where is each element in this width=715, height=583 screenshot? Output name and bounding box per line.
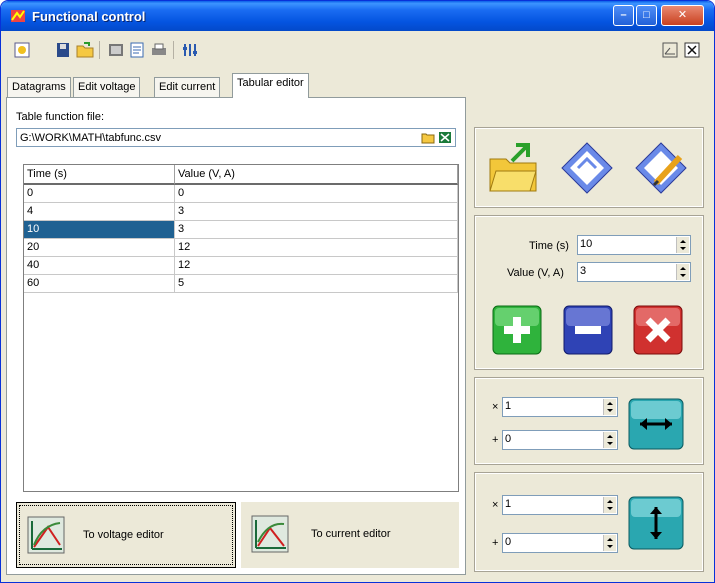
y-add-op: +	[492, 537, 499, 549]
app-icon	[11, 10, 25, 22]
to-voltage-editor-label: To voltage editor	[83, 529, 164, 541]
file-path-value: G:\WORK\MATH\tabfunc.csv	[20, 132, 161, 144]
open-file-button[interactable]	[486, 141, 540, 195]
table-row[interactable]: 43	[24, 203, 458, 221]
spin-arrows-icon[interactable]	[603, 535, 616, 551]
minimize-icon: –	[620, 9, 627, 21]
save-icon[interactable]	[54, 41, 72, 59]
page-icon[interactable]	[128, 41, 146, 59]
close-button[interactable]: ✕	[661, 5, 704, 26]
delete-all-button[interactable]	[633, 305, 683, 355]
table-row[interactable]: 10 3	[24, 221, 458, 239]
time-cell[interactable]: 4	[24, 203, 175, 221]
voltage-chart-icon	[27, 516, 65, 554]
y-multiply-value: 1	[505, 498, 512, 510]
save-file-button[interactable]	[560, 141, 614, 195]
column-header-time[interactable]: Time (s)	[24, 165, 175, 185]
toolbar-separator	[99, 41, 100, 59]
x-scale-group: × 1 + 0	[474, 377, 704, 465]
minimize-button[interactable]: –	[613, 5, 634, 26]
tab-edit-voltage[interactable]: Edit voltage	[73, 77, 141, 97]
table-row[interactable]: 60 5	[24, 275, 458, 293]
close-icon[interactable]	[683, 41, 701, 59]
spin-arrows-icon[interactable]	[676, 264, 689, 280]
table-row[interactable]: 00	[24, 185, 458, 203]
time-cell[interactable]: 20	[24, 239, 175, 257]
add-point-button[interactable]	[492, 305, 542, 355]
y-add-spinner[interactable]: 0	[502, 533, 618, 553]
spin-arrows-icon[interactable]	[603, 399, 616, 415]
spin-arrows-icon[interactable]	[676, 237, 689, 253]
time-cell[interactable]: 60	[24, 275, 175, 293]
x-multiply-op: ×	[492, 401, 499, 413]
title-bar[interactable]: Functional control – □ ✕	[1, 1, 714, 31]
close-icon: ✕	[677, 9, 688, 21]
value-cell[interactable]: 12	[175, 257, 458, 275]
main-window: Functional control – □ ✕ Datagrams Edit …	[0, 0, 715, 583]
current-chart-icon	[251, 515, 289, 553]
file-actions-group	[474, 127, 704, 208]
spin-arrows-icon[interactable]	[603, 497, 616, 513]
to-current-editor-label: To current editor	[311, 528, 391, 540]
apply-y-scale-button[interactable]	[628, 496, 684, 550]
settings-icon[interactable]	[181, 41, 199, 59]
apply-x-scale-button[interactable]	[628, 398, 684, 450]
table-row[interactable]: 40 12	[24, 257, 458, 275]
y-multiply-op: ×	[492, 499, 499, 511]
tab-edit-current[interactable]: Edit current	[154, 77, 221, 97]
data-table[interactable]: Time (s) Value (V, A) 0 0 4 3 10 3 20 12 40 12 60 5	[23, 164, 459, 492]
spin-arrows-icon[interactable]	[603, 432, 616, 448]
value-cell[interactable]: 12	[175, 239, 458, 257]
x-multiply-spinner[interactable]: 1	[502, 397, 618, 417]
x-add-spinner[interactable]: 0	[502, 430, 618, 450]
value-label: Value (V, A)	[507, 267, 564, 279]
print-icon[interactable]	[150, 41, 168, 59]
y-multiply-spinner[interactable]: 1	[502, 495, 618, 515]
open-icon[interactable]	[76, 41, 94, 59]
value-value: 3	[580, 265, 587, 277]
to-current-editor-button[interactable]: To current editor	[241, 502, 459, 568]
maximize-icon: □	[643, 9, 650, 21]
value-cell[interactable]: 5	[175, 275, 458, 293]
y-add-value: 0	[505, 536, 512, 548]
time-value: 10	[580, 238, 593, 250]
browse-folder-icon[interactable]	[421, 131, 435, 144]
value-spinner[interactable]: 3	[577, 262, 691, 282]
point-editor-group: Time (s) 10 Value (V, A) 3	[474, 215, 704, 370]
file-path-field[interactable]: G:\WORK\MATH\tabfunc.csv	[16, 128, 456, 147]
window-title: Functional control	[32, 9, 146, 24]
time-spinner[interactable]: 10	[577, 235, 691, 255]
restore-icon[interactable]	[661, 41, 679, 59]
remove-point-button[interactable]	[563, 305, 613, 355]
toolbar-separator	[173, 41, 174, 59]
to-voltage-editor-button[interactable]: To voltage editor	[16, 502, 236, 568]
tab-tabular-editor[interactable]: Tabular editor	[232, 73, 309, 98]
column-header-value[interactable]: Value (V, A)	[175, 165, 458, 185]
time-label: Time (s)	[529, 240, 569, 252]
table-row[interactable]: 20 12	[24, 239, 458, 257]
tab-datagrams[interactable]: Datagrams	[7, 77, 71, 97]
value-cell[interactable]: 3	[175, 203, 458, 221]
excel-icon[interactable]	[438, 131, 452, 144]
value-cell[interactable]: 3	[175, 221, 458, 239]
save-as-file-button[interactable]	[634, 141, 688, 195]
value-cell[interactable]: 0	[175, 185, 458, 203]
time-cell[interactable]: 0	[24, 185, 175, 203]
file-label: Table function file:	[16, 111, 105, 123]
x-add-op: +	[492, 434, 499, 446]
new-icon[interactable]	[13, 41, 31, 59]
y-scale-group: × 1 + 0	[474, 472, 704, 572]
preview-icon[interactable]	[107, 41, 125, 59]
table-header: Time (s) Value (V, A)	[24, 165, 458, 185]
x-multiply-value: 1	[505, 400, 512, 412]
x-add-value: 0	[505, 433, 512, 445]
time-cell[interactable]: 10	[24, 221, 175, 239]
toolbar	[1, 31, 714, 67]
time-cell[interactable]: 40	[24, 257, 175, 275]
maximize-button[interactable]: □	[636, 5, 657, 26]
